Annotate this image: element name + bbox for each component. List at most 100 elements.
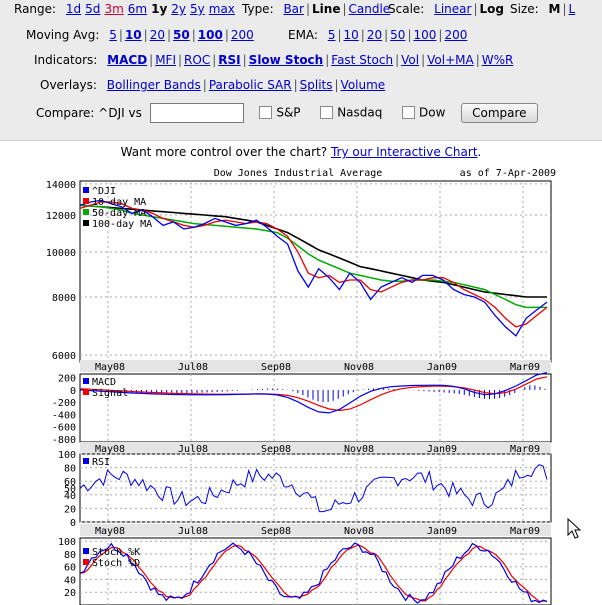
rsi-xlabel: Nov08: [344, 526, 374, 537]
overlays-option-parabolic-sar[interactable]: Parabolic SAR: [209, 78, 292, 92]
stoch-legend-swatch: [83, 548, 89, 554]
ema-option-100[interactable]: 100: [413, 28, 436, 42]
indicators-option-w-r[interactable]: W%R: [482, 53, 514, 67]
promo-suffix: .: [477, 145, 482, 159]
ema-row: EMA: 5 | 10 | 20 | 50 | 100 | 200: [288, 28, 468, 42]
price-ytick: 12000: [46, 211, 76, 222]
ema-option-20[interactable]: 20: [367, 28, 382, 42]
scale-option-log: Log: [479, 2, 504, 16]
overlays-option-volume[interactable]: Volume: [341, 78, 386, 92]
indicators-row: Indicators: MACD | MFI | ROC | RSI | Slow Stoch |…: [34, 53, 514, 67]
price-legend-label: 50-day MA: [92, 208, 146, 219]
price-legend-swatch: [83, 220, 89, 226]
moving-avg-row: Moving Avg: 5 | 10 | 20 | 50 | 100 | 200: [26, 28, 254, 42]
range-option-2y[interactable]: 2y: [171, 2, 186, 16]
indicators-option-macd[interactable]: MACD: [107, 53, 147, 67]
rsi-xlabel: May08: [95, 526, 125, 537]
rsi-xaxis-band: [80, 524, 551, 536]
sp-checkbox[interactable]: [259, 105, 273, 119]
ema-label: EMA:: [288, 28, 318, 42]
interactive-chart-promo: Want more control over the chart? Try ou…: [0, 145, 602, 159]
stoch-legend-label: Stoch %D: [92, 558, 140, 569]
sp-checkbox-label: S&P: [276, 105, 301, 120]
overlays-row: Overlays: Bollinger Bands | Parabolic SAR |…: [40, 78, 386, 92]
moving-avg-option-100[interactable]: 100: [198, 28, 223, 42]
price-legend-label: 10-day MA: [92, 197, 146, 208]
moving-avg-option-20[interactable]: 20: [150, 28, 165, 42]
ema-option-10[interactable]: 10: [344, 28, 359, 42]
interactive-chart-link[interactable]: Try our Interactive Chart: [331, 145, 478, 159]
rsi-xlabel: Mar09: [510, 526, 540, 537]
type-option-bar[interactable]: Bar: [283, 2, 304, 16]
type-option-line: Line: [312, 2, 341, 16]
indicators-option-vol-ma[interactable]: Vol+MA: [427, 53, 474, 67]
ema-option-200[interactable]: 200: [444, 28, 467, 42]
range-option-3m[interactable]: 3m: [104, 2, 123, 16]
indicators-option-mfi[interactable]: MFI: [155, 53, 176, 67]
price-ytick: 14000: [46, 180, 76, 191]
price-xlabel: May08: [95, 362, 125, 373]
compare-input[interactable]: [149, 103, 244, 123]
rsi-xlabel: Sep08: [261, 526, 291, 537]
stoch-ytick: 80: [64, 550, 76, 561]
macd-legend-label: Signal: [92, 388, 128, 399]
rsi-ytick: 0: [70, 518, 76, 529]
range-option-1y: 1y: [151, 2, 168, 16]
rsi-ytick: 40: [64, 491, 76, 502]
indicators-option-vol[interactable]: Vol: [401, 53, 419, 67]
range-option-5d[interactable]: 5d: [85, 2, 100, 16]
overlays-label: Overlays:: [40, 78, 97, 92]
range-option-5y[interactable]: 5y: [190, 2, 205, 16]
rsi-ytick: 80: [64, 464, 76, 475]
macd-panel-frame: [79, 373, 552, 443]
indicators-option-rsi[interactable]: RSI: [218, 53, 240, 67]
compare-label: Compare: ^DJI vs: [36, 105, 142, 120]
moving-avg-option-5[interactable]: 5: [109, 28, 117, 42]
stoch-ytick: 100: [58, 537, 76, 548]
ema-option-5[interactable]: 5: [328, 28, 336, 42]
range-option-6m[interactable]: 6m: [128, 2, 147, 16]
indicators-option-fast-stoch[interactable]: Fast Stoch: [331, 53, 393, 67]
stoch-legend-label: Stoch %K: [92, 547, 140, 558]
compare-button[interactable]: Compare: [461, 103, 538, 123]
stoch-panel-frame: [79, 537, 552, 605]
rsi-xlabel: Jul08: [178, 526, 208, 537]
macd-xlabel: May08: [95, 444, 125, 455]
moving-avg-option-50[interactable]: 50: [173, 28, 190, 42]
type-option-candle[interactable]: Candle: [349, 2, 391, 16]
promo-text: Want more control over the chart?: [120, 145, 328, 159]
moving-avg-option-10[interactable]: 10: [125, 28, 142, 42]
ema-option-50[interactable]: 50: [390, 28, 405, 42]
macd-legend-swatch: [83, 389, 89, 395]
type-row: Type: Bar | Line | Candle: [242, 2, 391, 16]
macd-ytick: -800: [52, 435, 76, 446]
indicators-option-roc[interactable]: ROC: [184, 53, 210, 67]
overlays-option-splits[interactable]: Splits: [300, 78, 333, 92]
overlays-option-bollinger-bands[interactable]: Bollinger Bands: [107, 78, 201, 92]
range-label: Range:: [14, 2, 57, 16]
rsi-legend-swatch: [83, 458, 89, 464]
price-xlabel: Sep08: [261, 362, 291, 373]
price-ytick: 6000: [52, 351, 76, 362]
size-option-l[interactable]: L: [569, 2, 576, 16]
nasdaq-checkbox[interactable]: [320, 105, 334, 119]
price-legend-swatch: [83, 198, 89, 204]
range-option-1d[interactable]: 1d: [66, 2, 81, 16]
stoch-ytick: 20: [64, 588, 76, 599]
dow-checkbox[interactable]: [402, 105, 416, 119]
moving-avg-option-200[interactable]: 200: [231, 28, 254, 42]
price-xlabel: Jul08: [178, 362, 208, 373]
scale-option-linear[interactable]: Linear: [434, 2, 471, 16]
price-xlabel: Nov08: [344, 362, 374, 373]
macd-xlabel: Mar09: [510, 444, 540, 455]
scale-row: Scale: Linear | Log: [388, 2, 504, 16]
price-ytick: 10000: [46, 248, 76, 259]
range-option-max[interactable]: max: [209, 2, 235, 16]
stoch-ytick: 60: [64, 563, 76, 574]
rsi-ytick: 20: [64, 504, 76, 515]
macd-ytick: -200: [52, 398, 76, 409]
dow-checkbox-label: Dow: [419, 105, 446, 120]
price-panel-frame: [79, 180, 552, 363]
price-xaxis-band: [80, 360, 551, 372]
indicators-option-slow-stoch[interactable]: Slow Stoch: [249, 53, 324, 67]
